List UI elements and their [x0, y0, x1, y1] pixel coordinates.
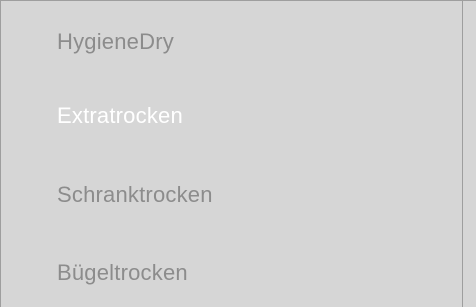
- program-menu-list: HygieneDry Extratrocken Schranktrocken B…: [0, 0, 462, 307]
- dryer-program-screen: HygieneDry Extratrocken Schranktrocken B…: [0, 0, 476, 307]
- frame-right-border: [462, 0, 463, 307]
- menu-item-extratrocken-selected[interactable]: Extratrocken: [57, 100, 183, 132]
- menu-item-hygienedry[interactable]: HygieneDry: [57, 26, 174, 58]
- menu-item-buegeltrocken[interactable]: Bügeltrocken: [57, 257, 188, 289]
- menu-item-schranktrocken[interactable]: Schranktrocken: [57, 179, 213, 211]
